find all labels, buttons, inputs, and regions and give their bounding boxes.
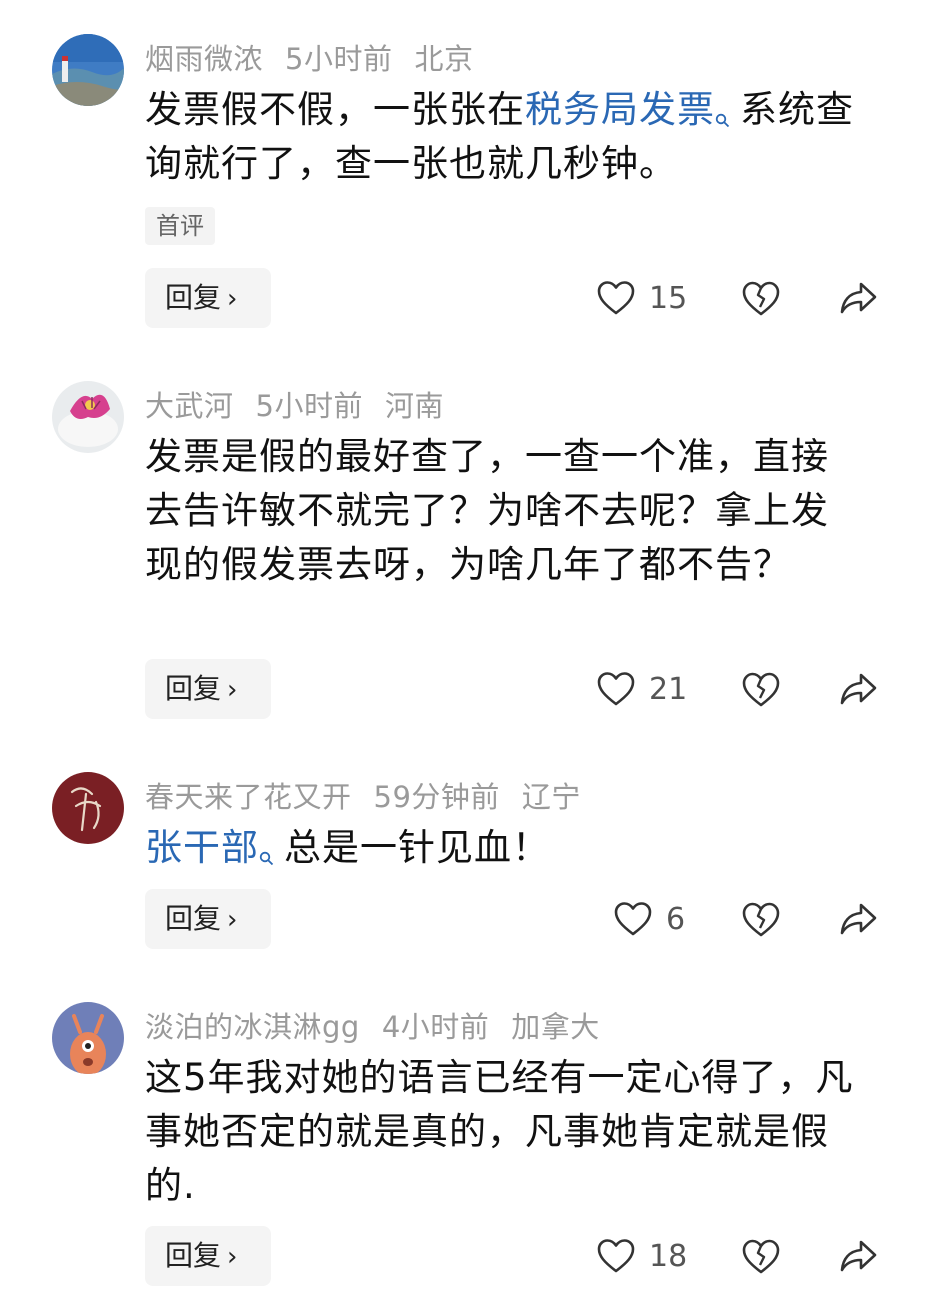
avatar-image	[52, 34, 124, 106]
like-count: 18	[649, 1238, 688, 1274]
avatar-image	[52, 1002, 124, 1074]
broken-heart-icon	[742, 1239, 780, 1274]
comment-meta: 大武河 5小时前 河南	[145, 383, 466, 425]
broken-heart-icon	[742, 281, 780, 316]
avatar-image	[52, 381, 124, 453]
username[interactable]: 淡泊的冰淇淋gg	[145, 1010, 360, 1044]
like-button[interactable]: 21	[597, 659, 687, 719]
like-count: 6	[666, 901, 686, 937]
first-comment-badge: 首评	[145, 207, 215, 245]
avatar[interactable]	[52, 772, 124, 844]
like-button[interactable]: 15	[597, 268, 687, 328]
heart-icon	[597, 281, 635, 315]
like-count: 15	[649, 280, 688, 316]
dislike-button[interactable]	[741, 669, 781, 709]
share-icon	[840, 1240, 877, 1272]
heart-icon	[597, 672, 635, 706]
avatar[interactable]	[52, 1002, 124, 1074]
username[interactable]: 春天来了花又开	[145, 780, 352, 814]
share-button[interactable]	[838, 899, 878, 939]
dislike-button[interactable]	[741, 899, 781, 939]
comment-meta: 春天来了花又开 59分钟前 辽宁	[145, 774, 603, 816]
like-button[interactable]: 18	[597, 1226, 687, 1286]
avatar[interactable]	[52, 381, 124, 453]
comment-actions: 21	[0, 659, 930, 719]
location: 北京	[414, 42, 474, 76]
broken-heart-icon	[742, 902, 780, 937]
share-button[interactable]	[838, 278, 878, 318]
share-icon	[840, 282, 877, 314]
location: 河南	[384, 389, 444, 423]
comment-text: 张干部 总是一针见血！	[145, 826, 550, 869]
timestamp: 5小时前	[285, 42, 393, 76]
share-icon	[840, 903, 877, 935]
location: 加拿大	[511, 1010, 600, 1044]
comment-actions: 6	[0, 889, 930, 949]
comment-text: 这5年我对她的语言已经有一定心得了，凡事她否定的就是真的，凡事她肯定就是假的.	[145, 1056, 854, 1207]
search-link[interactable]: 张干部	[145, 826, 259, 869]
heart-icon	[597, 1239, 635, 1273]
comment-meta: 淡泊的冰淇淋gg 4小时前 加拿大	[145, 1004, 622, 1046]
heart-icon	[614, 902, 652, 936]
comment-meta: 烟雨微浓 5小时前 北京	[145, 36, 495, 78]
search-icon[interactable]	[259, 827, 274, 866]
search-icon[interactable]	[715, 89, 730, 128]
username[interactable]: 大武河	[145, 389, 234, 423]
timestamp: 4小时前	[381, 1010, 490, 1044]
broken-heart-icon	[742, 672, 780, 707]
dislike-button[interactable]	[741, 1236, 781, 1276]
like-button[interactable]: 6	[614, 889, 685, 949]
share-icon	[840, 673, 877, 705]
comment-text: 发票是假的最好查了，一查一个准，直接去告许敏不就完了？为啥不去呢？拿上发现的假发…	[145, 435, 829, 586]
timestamp: 59分钟前	[373, 780, 500, 814]
like-count: 21	[649, 671, 688, 707]
avatar-image	[52, 772, 124, 844]
avatar[interactable]	[52, 34, 124, 106]
comment-actions: 15	[0, 268, 930, 328]
comment-actions: 18	[0, 1226, 930, 1286]
share-button[interactable]	[838, 1236, 878, 1276]
dislike-button[interactable]	[741, 278, 781, 318]
location: 辽宁	[521, 780, 581, 814]
search-link[interactable]: 税务局发票	[525, 88, 715, 131]
username[interactable]: 烟雨微浓	[145, 42, 263, 76]
comment-text: 发票假不假，一张张在税务局发票 系统查询就行了，查一张也就几秒钟。	[145, 88, 854, 185]
share-button[interactable]	[838, 669, 878, 709]
timestamp: 5小时前	[255, 389, 363, 423]
